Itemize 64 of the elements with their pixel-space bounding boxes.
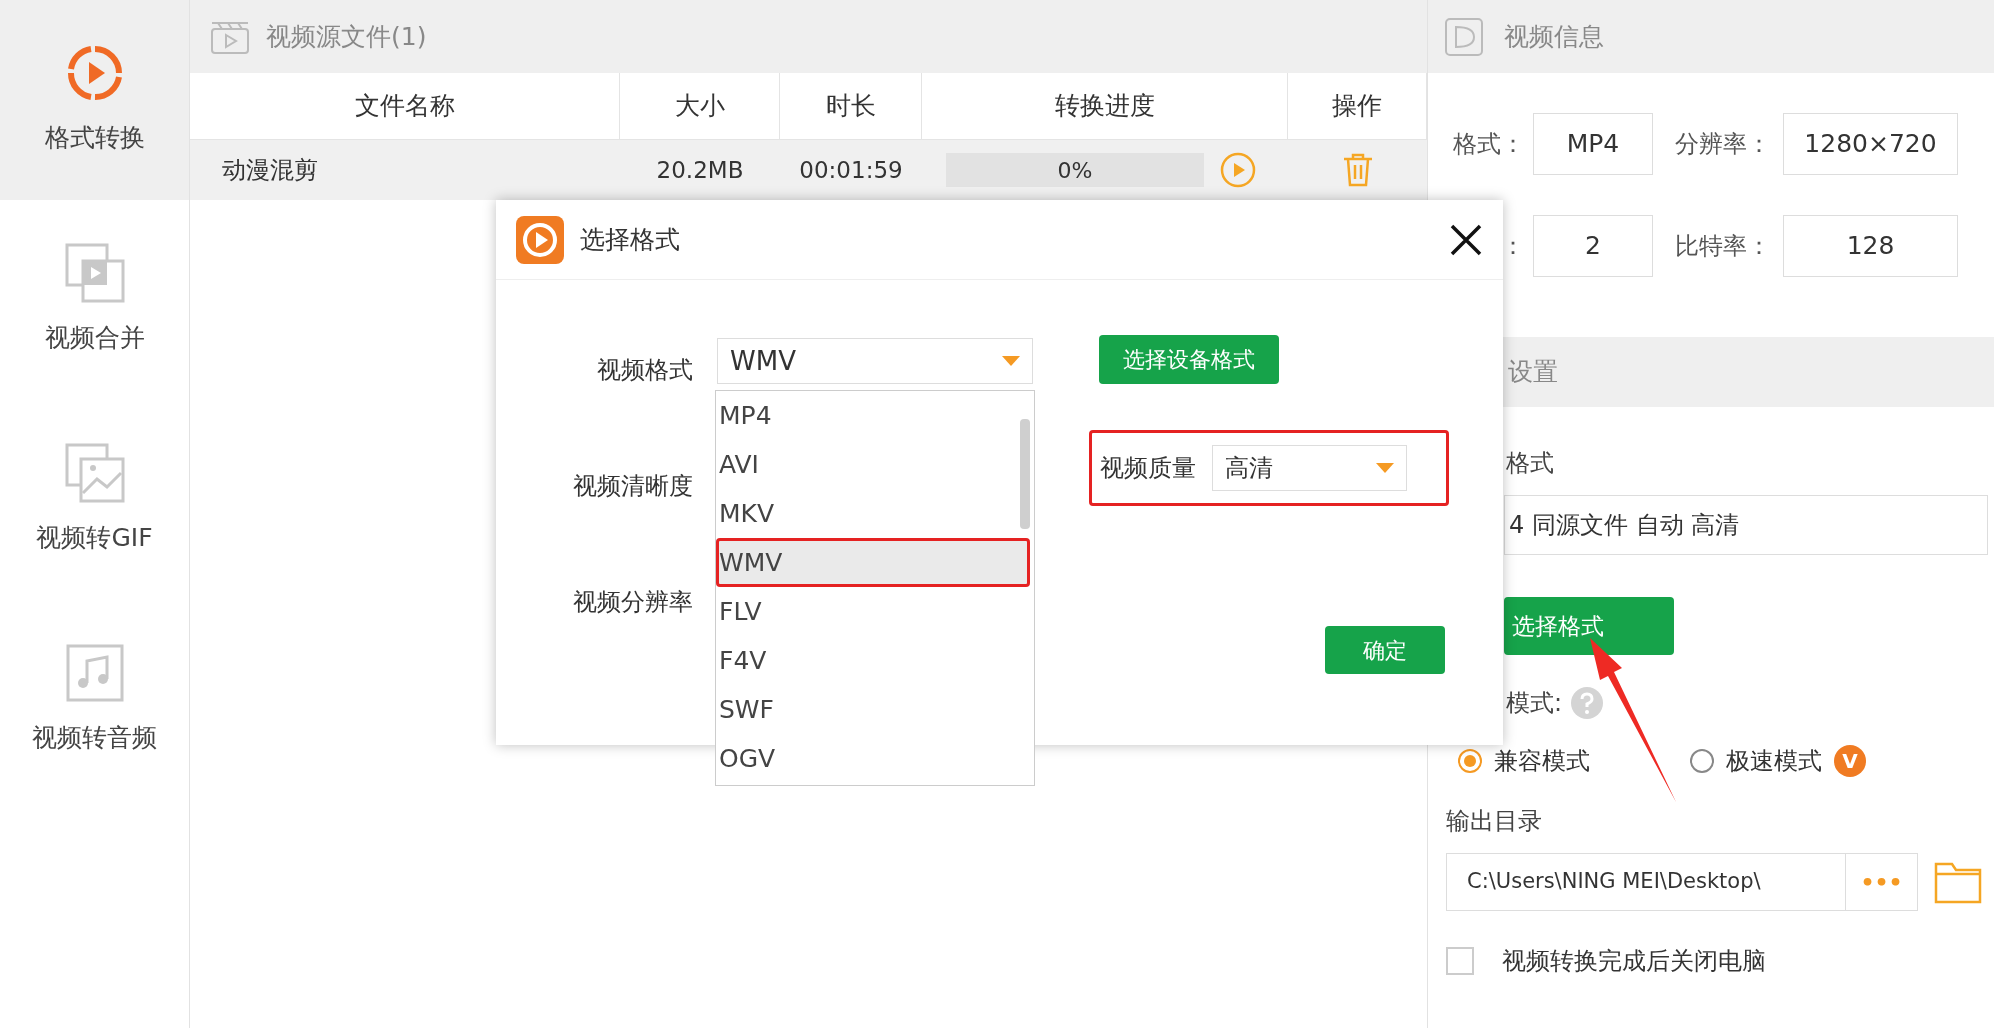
column-header: 转换进度: [922, 73, 1288, 140]
caret-icon: [1002, 356, 1020, 366]
music-note-icon: [64, 643, 125, 704]
stacked-frames-icon: [64, 243, 125, 304]
radio-button[interactable]: [1458, 749, 1482, 773]
dropdown-option[interactable]: SWF: [716, 685, 1016, 734]
help-icon[interactable]: [1570, 686, 1605, 720]
field-label: ：: [1501, 231, 1526, 262]
progress-text: 0%: [1057, 156, 1093, 185]
trash-icon[interactable]: [1341, 153, 1374, 187]
value-box: 128: [1783, 215, 1958, 277]
dropdown-option[interactable]: OGV: [716, 734, 1016, 783]
field-label: 模式:: [1506, 688, 1563, 719]
field-label: 比特率：: [1674, 231, 1772, 262]
dropdown-option[interactable]: AVI: [716, 440, 1016, 489]
dropdown-option[interactable]: MP4: [716, 391, 1016, 440]
panel-title: 视频信息: [1504, 20, 1604, 53]
dropdown-option[interactable]: FLV: [716, 587, 1016, 636]
sidebar-label: 视频转音频: [32, 722, 157, 755]
quality-select[interactable]: 高清: [1212, 445, 1407, 491]
dialog-title: 选择格式: [580, 223, 680, 256]
value-box: 2: [1533, 215, 1653, 277]
section-title: 设置: [1508, 356, 1558, 389]
value-box: 1280×720: [1783, 113, 1958, 175]
field-label: 分辨率：: [1674, 129, 1772, 160]
play-frame-icon: [1444, 16, 1484, 57]
stacked-images-icon: [64, 443, 125, 504]
column-header: 时长: [780, 73, 922, 140]
field-label: 格式: [1506, 448, 1555, 479]
table-cell: 00:01:59: [780, 140, 922, 200]
sidebar-item[interactable]: 格式转换: [0, 0, 189, 200]
sidebar-label: 视频合并: [44, 322, 145, 355]
format-field[interactable]: 4 同源文件 自动 高清: [1504, 495, 1988, 555]
panel-title: 视频源文件(1): [266, 20, 427, 53]
field-label: 视频格式: [597, 355, 693, 386]
field-label: 视频质量: [1100, 453, 1196, 484]
field-label: 输出目录: [1446, 806, 1543, 837]
column-header: 操作: [1288, 73, 1427, 140]
field-label: 格式：: [1453, 129, 1526, 160]
close-icon[interactable]: [1449, 222, 1483, 257]
radio-button[interactable]: [1690, 749, 1714, 773]
radio-label: 兼容模式: [1494, 746, 1590, 777]
table-cell: 20.2MB: [620, 140, 780, 200]
play-icon[interactable]: [1220, 152, 1256, 188]
field-label: 视频清晰度: [573, 471, 693, 502]
folder-icon[interactable]: [1934, 860, 1982, 904]
value-box: MP4: [1533, 113, 1653, 175]
caret-icon: [1376, 463, 1394, 473]
table-cell: 动漫混剪: [190, 140, 620, 200]
radio-label: 极速模式: [1726, 746, 1822, 777]
sidebar-label: 格式转换: [44, 122, 145, 155]
sidebar-label: 视频转GIF: [36, 522, 153, 555]
vip-badge: V: [1834, 745, 1866, 777]
path-field[interactable]: C:\Users\NING MEI\Desktop\: [1446, 853, 1846, 911]
dropdown-option[interactable]: MKV: [716, 489, 1016, 538]
checkbox-label: 视频转换完成后关闭电脑: [1502, 946, 1766, 977]
column-header: 大小: [620, 73, 780, 140]
field-label: 视频分辨率: [573, 587, 693, 618]
dropdown-option[interactable]: WMV: [716, 538, 1030, 587]
checkbox[interactable]: [1446, 947, 1474, 975]
column-header: 文件名称: [190, 73, 620, 140]
format-select[interactable]: WMV: [717, 338, 1033, 384]
dropdown-option[interactable]: F4V: [716, 636, 1016, 685]
app-logo-icon: [516, 215, 564, 264]
